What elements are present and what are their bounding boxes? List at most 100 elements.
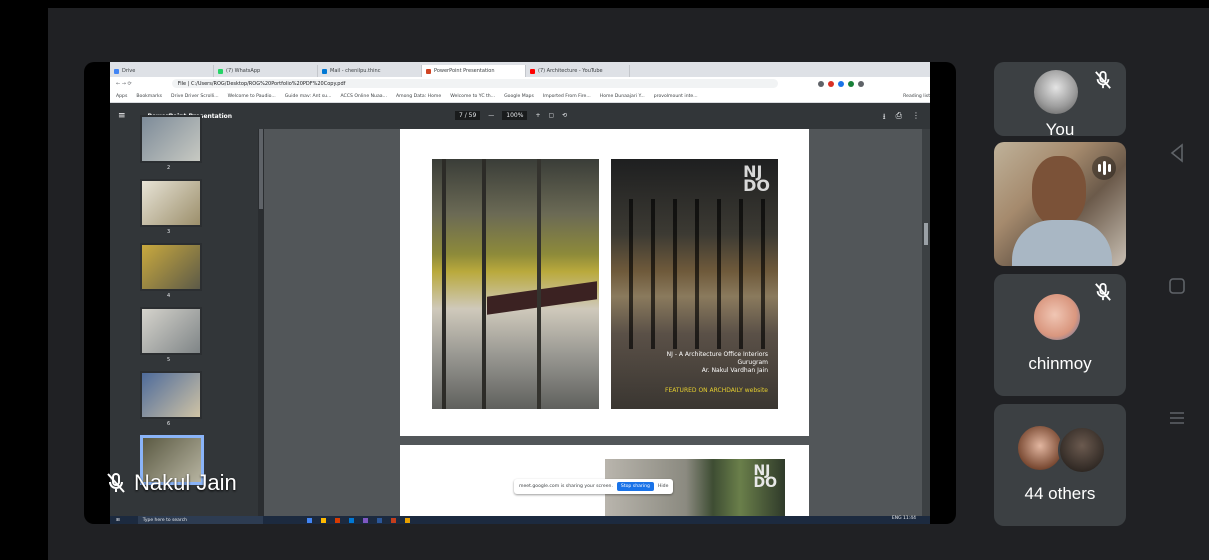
more-icon[interactable]: ⋮ bbox=[912, 111, 920, 125]
extension-icon[interactable] bbox=[847, 80, 854, 87]
bookmark-item[interactable]: provolmount inte... bbox=[654, 94, 698, 99]
page-indicator[interactable]: 7 / 59 bbox=[455, 111, 481, 120]
page-thumbnail[interactable] bbox=[140, 243, 202, 291]
rotate-icon[interactable]: ⟲ bbox=[562, 112, 567, 119]
participant-tile-you[interactable]: You bbox=[994, 62, 1126, 136]
participant-tile-chinmoy[interactable]: chinmoy bbox=[994, 274, 1126, 396]
bookmark-item[interactable]: Home Dunaajari Y... bbox=[600, 94, 645, 99]
bookmark-item[interactable]: Among Data: Home bbox=[396, 94, 441, 99]
pdf-toolbar: ≡ PowerPoint Presentation 7 / 59 — 100% … bbox=[110, 103, 930, 129]
browser-tab[interactable]: Drive bbox=[110, 65, 214, 77]
page-thumbnail[interactable] bbox=[140, 115, 202, 163]
speaking-indicator-icon bbox=[1092, 156, 1116, 180]
browser-tab[interactable]: (7) Architecture - YouTube bbox=[526, 65, 630, 77]
participant-tile-others[interactable]: 44 others bbox=[994, 404, 1126, 526]
pdf-viewer: NJ DO NJ - A Architecture Office Interior… bbox=[264, 129, 922, 516]
zoom-out-icon[interactable]: — bbox=[488, 112, 494, 119]
windows-taskbar: ⊞ Type here to search ENG 11:44 bbox=[110, 516, 930, 524]
address-bar-row: ← → ⟳ File | C:/Users/ROG/Desktop/ROG%20… bbox=[110, 77, 930, 90]
shared-screen: Drive (7) WhatsApp Mail - chenilpu.thinc Po… bbox=[110, 62, 930, 524]
taskbar-app-icon[interactable] bbox=[376, 517, 382, 523]
zoom-level[interactable]: 100% bbox=[502, 111, 528, 120]
pdf-page: NJ DO NJ - A Architecture Office Interior… bbox=[400, 129, 809, 436]
participant-face bbox=[1032, 156, 1086, 226]
reading-list-button[interactable]: Reading list bbox=[903, 94, 930, 99]
browser-tab[interactable]: Mail - chenilpu.thinc bbox=[318, 65, 422, 77]
bookmarks-bar: Apps Bookmarks Drive Driver Scrolli... Welc… bbox=[110, 90, 930, 103]
windows-start-icon[interactable]: ⊞ bbox=[116, 518, 120, 523]
address-input[interactable]: File | C:/Users/ROG/Desktop/ROG%20Portfo… bbox=[171, 79, 778, 88]
taskbar-search[interactable]: Type here to search bbox=[137, 516, 263, 524]
taskbar-app-icon[interactable] bbox=[320, 517, 326, 523]
back-triangle-icon[interactable] bbox=[1166, 142, 1188, 164]
page-thumbnail[interactable] bbox=[140, 371, 202, 419]
nj-logo: NJ DO bbox=[743, 162, 770, 195]
bookmark-item[interactable]: Apps bbox=[116, 94, 127, 99]
avatar bbox=[1034, 294, 1080, 340]
taskbar-app-icon[interactable] bbox=[390, 517, 396, 523]
thumbnail-page-number: 4 bbox=[167, 293, 171, 299]
caption-line3: Ar. Nakul Vardhan Jain bbox=[701, 367, 768, 374]
avatar bbox=[1034, 70, 1078, 114]
bookmark-item[interactable]: Google Maps bbox=[504, 94, 534, 99]
participant-shirt bbox=[1012, 220, 1112, 266]
tab-favicon-icon bbox=[114, 68, 119, 74]
pdf-actions: ⭳ ⎙ ⋮ bbox=[883, 111, 920, 125]
menu-lines-icon[interactable] bbox=[1166, 408, 1188, 430]
zoom-in-icon[interactable]: + bbox=[535, 112, 540, 119]
taskbar-app-icon[interactable] bbox=[334, 517, 340, 523]
avatar bbox=[1058, 426, 1106, 474]
extension-icon[interactable] bbox=[827, 80, 834, 87]
taskbar-app-icon[interactable] bbox=[348, 517, 354, 523]
share-message: meet.google.com is sharing your screen. bbox=[519, 484, 613, 489]
bookmark-item[interactable]: Guide mav: Ant su... bbox=[285, 94, 332, 99]
browser-tab[interactable]: (7) WhatsApp bbox=[214, 65, 318, 77]
taskbar-app-icon[interactable] bbox=[404, 517, 410, 523]
home-square-icon[interactable] bbox=[1166, 276, 1188, 298]
fit-page-icon[interactable]: ▢ bbox=[548, 112, 554, 119]
tab-favicon-icon bbox=[322, 68, 327, 74]
interior-photo-yellow bbox=[432, 159, 599, 409]
download-icon[interactable]: ⭳ bbox=[883, 111, 886, 125]
presenter-tile[interactable]: Drive (7) WhatsApp Mail - chenilpu.thinc Po… bbox=[84, 62, 956, 524]
you-label: You bbox=[1045, 120, 1075, 136]
browser-tab[interactable]: PowerPoint Presentation bbox=[422, 65, 526, 77]
mic-off-icon bbox=[106, 472, 126, 499]
taskbar-clock: ENG 11:44 bbox=[891, 516, 916, 521]
print-icon[interactable]: ⎙ bbox=[896, 111, 902, 125]
address-text: File | C:/Users/ROG/Desktop/ROG%20Portfo… bbox=[177, 80, 346, 87]
menu-icon[interactable]: ≡ bbox=[118, 111, 126, 121]
page-thumbnail[interactable] bbox=[140, 307, 202, 355]
bookmark-item[interactable]: Bookmarks bbox=[136, 94, 162, 99]
page-thumbnail[interactable] bbox=[140, 179, 202, 227]
browser-tab-strip: Drive (7) WhatsApp Mail - chenilpu.thinc Po… bbox=[110, 62, 930, 77]
extension-icon[interactable] bbox=[817, 80, 824, 87]
stop-sharing-button[interactable]: Stop sharing bbox=[616, 482, 654, 491]
caption-line1: NJ - A Architecture Office Interiors bbox=[666, 351, 768, 358]
participant-tile-speaker[interactable] bbox=[994, 142, 1126, 266]
bookmark-item[interactable]: ACCS Online Nuaa... bbox=[340, 94, 387, 99]
bookmark-item[interactable]: Drive Driver Scrolli... bbox=[171, 94, 219, 99]
extension-icon[interactable] bbox=[837, 80, 844, 87]
bookmark-item[interactable]: Imported From Fire... bbox=[543, 94, 591, 99]
mic-off-icon bbox=[1094, 70, 1112, 95]
tab-favicon-icon bbox=[426, 68, 431, 74]
taskbar-app-icon[interactable] bbox=[306, 517, 312, 523]
viewer-scrollbar[interactable] bbox=[922, 129, 930, 516]
thumbnail-sidebar: 234567 bbox=[110, 115, 258, 516]
profile-icon[interactable] bbox=[857, 80, 864, 87]
screen-share-notice: meet.google.com is sharing your screen. … bbox=[514, 479, 674, 494]
taskbar-app-icon[interactable] bbox=[362, 517, 368, 523]
hide-button[interactable]: Hide bbox=[658, 484, 668, 489]
tab-favicon-icon bbox=[218, 68, 223, 74]
extension-icons bbox=[817, 80, 864, 87]
tab-favicon-icon bbox=[530, 68, 535, 74]
bookmark-item[interactable]: Welcome to Paudio... bbox=[228, 94, 276, 99]
tab-label: PowerPoint Presentation bbox=[434, 68, 495, 74]
bookmark-item[interactable]: Welcome to YC th... bbox=[450, 94, 495, 99]
tab-label: (7) WhatsApp bbox=[226, 68, 261, 74]
nav-arrows-icon[interactable]: ← → ⟳ bbox=[116, 81, 132, 87]
thumbnail-page-number: 6 bbox=[167, 421, 171, 427]
presenter-name: Nakul Jain bbox=[134, 470, 237, 495]
taskbar-apps bbox=[306, 517, 410, 523]
